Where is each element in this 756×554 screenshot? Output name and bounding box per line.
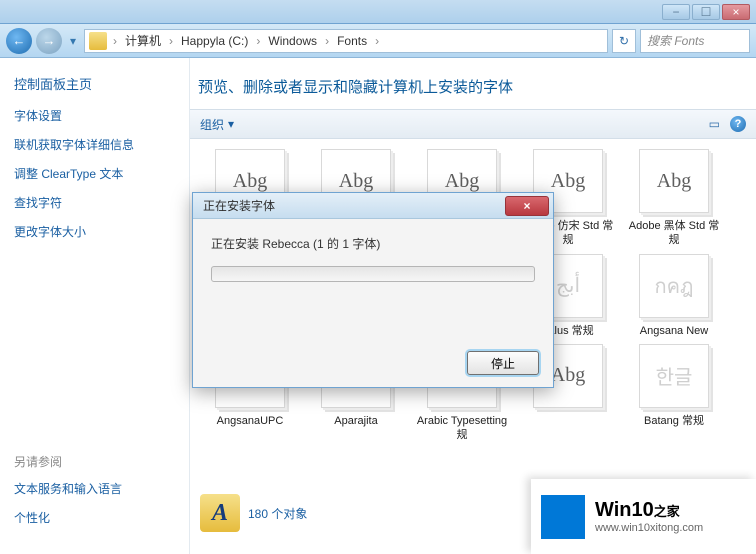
sidebar-item-personalize[interactable]: 个性化 [14,509,175,526]
forward-button[interactable]: → [36,28,62,54]
sidebar-item-text-services[interactable]: 文本服务和输入语言 [14,480,175,497]
search-placeholder: 搜索 Fonts [647,32,704,49]
dialog-text: 正在安装 Rebecca (1 的 1 字体) [211,235,535,252]
dialog-title: 正在安装字体 [203,197,275,214]
see-also-title: 另请参阅 [14,453,175,470]
font-thumb: 한글 [639,344,709,408]
font-label: Arabic Typesetting 规 [412,414,512,443]
back-button[interactable]: ← [6,28,32,54]
a-letter: A [212,500,228,527]
search-input[interactable]: 搜索 Fonts [640,29,750,53]
sidebar-item-font-size[interactable]: 更改字体大小 [14,223,175,240]
dialog-close-button[interactable]: × [505,196,549,216]
bc-sep: › [254,34,262,48]
watermark-url: www.win10xitong.com [595,522,703,534]
help-icon[interactable]: ? [730,116,746,132]
refresh-button[interactable]: ↻ [612,29,636,53]
watermark: Win10之家 www.win10xitong.com [531,479,756,554]
sidebar-item-find-char[interactable]: 查找字符 [14,194,175,211]
installing-font-dialog: 正在安装字体 × 正在安装 Rebecca (1 的 1 字体) 停止 [192,192,554,388]
watermark-title: Win10之家 [595,499,703,522]
bc-windows[interactable]: Windows [264,34,321,48]
close-button[interactable]: × [722,4,750,20]
organize-label: 组织 [200,116,224,133]
status-bar: A 180 个对象 [200,494,307,532]
dialog-titlebar: 正在安装字体 × [193,193,553,219]
progress-bar [211,266,535,282]
maximize-button[interactable]: ☐ [692,4,720,20]
font-item[interactable]: กคฎ Angsana New [624,254,724,338]
bc-sep: › [373,34,381,48]
page-title: 预览、删除或者显示和隐藏计算机上安装的字体 [190,58,756,109]
bc-sep: › [167,34,175,48]
font-label: Batang 常规 [644,414,704,428]
titlebar: − ☐ × [0,0,756,24]
font-label: Aparajita [334,414,377,428]
control-panel-home[interactable]: 控制面板主页 [14,74,175,93]
bc-drive[interactable]: Happyla (C:) [177,34,252,48]
stop-button[interactable]: 停止 [467,351,539,375]
font-item[interactable]: Abg Adobe 黑体 Std 常规 [624,149,724,248]
bc-sep: › [323,34,331,48]
bc-computer[interactable]: 计算机 [121,32,165,49]
fonts-folder-icon: A [200,494,240,532]
status-count: 180 个对象 [248,505,307,522]
font-item[interactable]: 한글 Batang 常规 [624,344,724,443]
font-label: AngsanaUPC [217,414,284,428]
minimize-button[interactable]: − [662,4,690,20]
folder-icon [89,32,107,50]
organize-dropdown[interactable]: 组织 ▾ [200,116,234,133]
nav-bar: ← → ▾ › 计算机 › Happyla (C:) › Windows › F… [0,24,756,58]
windows-logo-icon [541,495,585,539]
font-thumb: กคฎ [639,254,709,318]
view-icon[interactable]: ▭ [709,117,720,131]
history-dropdown[interactable]: ▾ [66,28,80,54]
font-label: Angsana New [640,324,709,338]
bc-sep: › [111,34,119,48]
sidebar-item-font-settings[interactable]: 字体设置 [14,107,175,124]
fonts-window: − ☐ × ← → ▾ › 计算机 › Happyla (C:) › Windo… [0,0,756,554]
font-label: Adobe 黑体 Std 常规 [624,219,724,248]
sidebar: 控制面板主页 字体设置 联机获取字体详细信息 调整 ClearType 文本 查… [0,58,190,554]
sidebar-item-online-fonts[interactable]: 联机获取字体详细信息 [14,136,175,153]
breadcrumb[interactable]: › 计算机 › Happyla (C:) › Windows › Fonts › [84,29,608,53]
toolbar: 组织 ▾ ▭ ? [190,109,756,139]
dropdown-icon: ▾ [228,117,234,131]
bc-fonts[interactable]: Fonts [333,34,371,48]
sidebar-item-cleartype[interactable]: 调整 ClearType 文本 [14,165,175,182]
font-thumb: Abg [639,149,709,213]
